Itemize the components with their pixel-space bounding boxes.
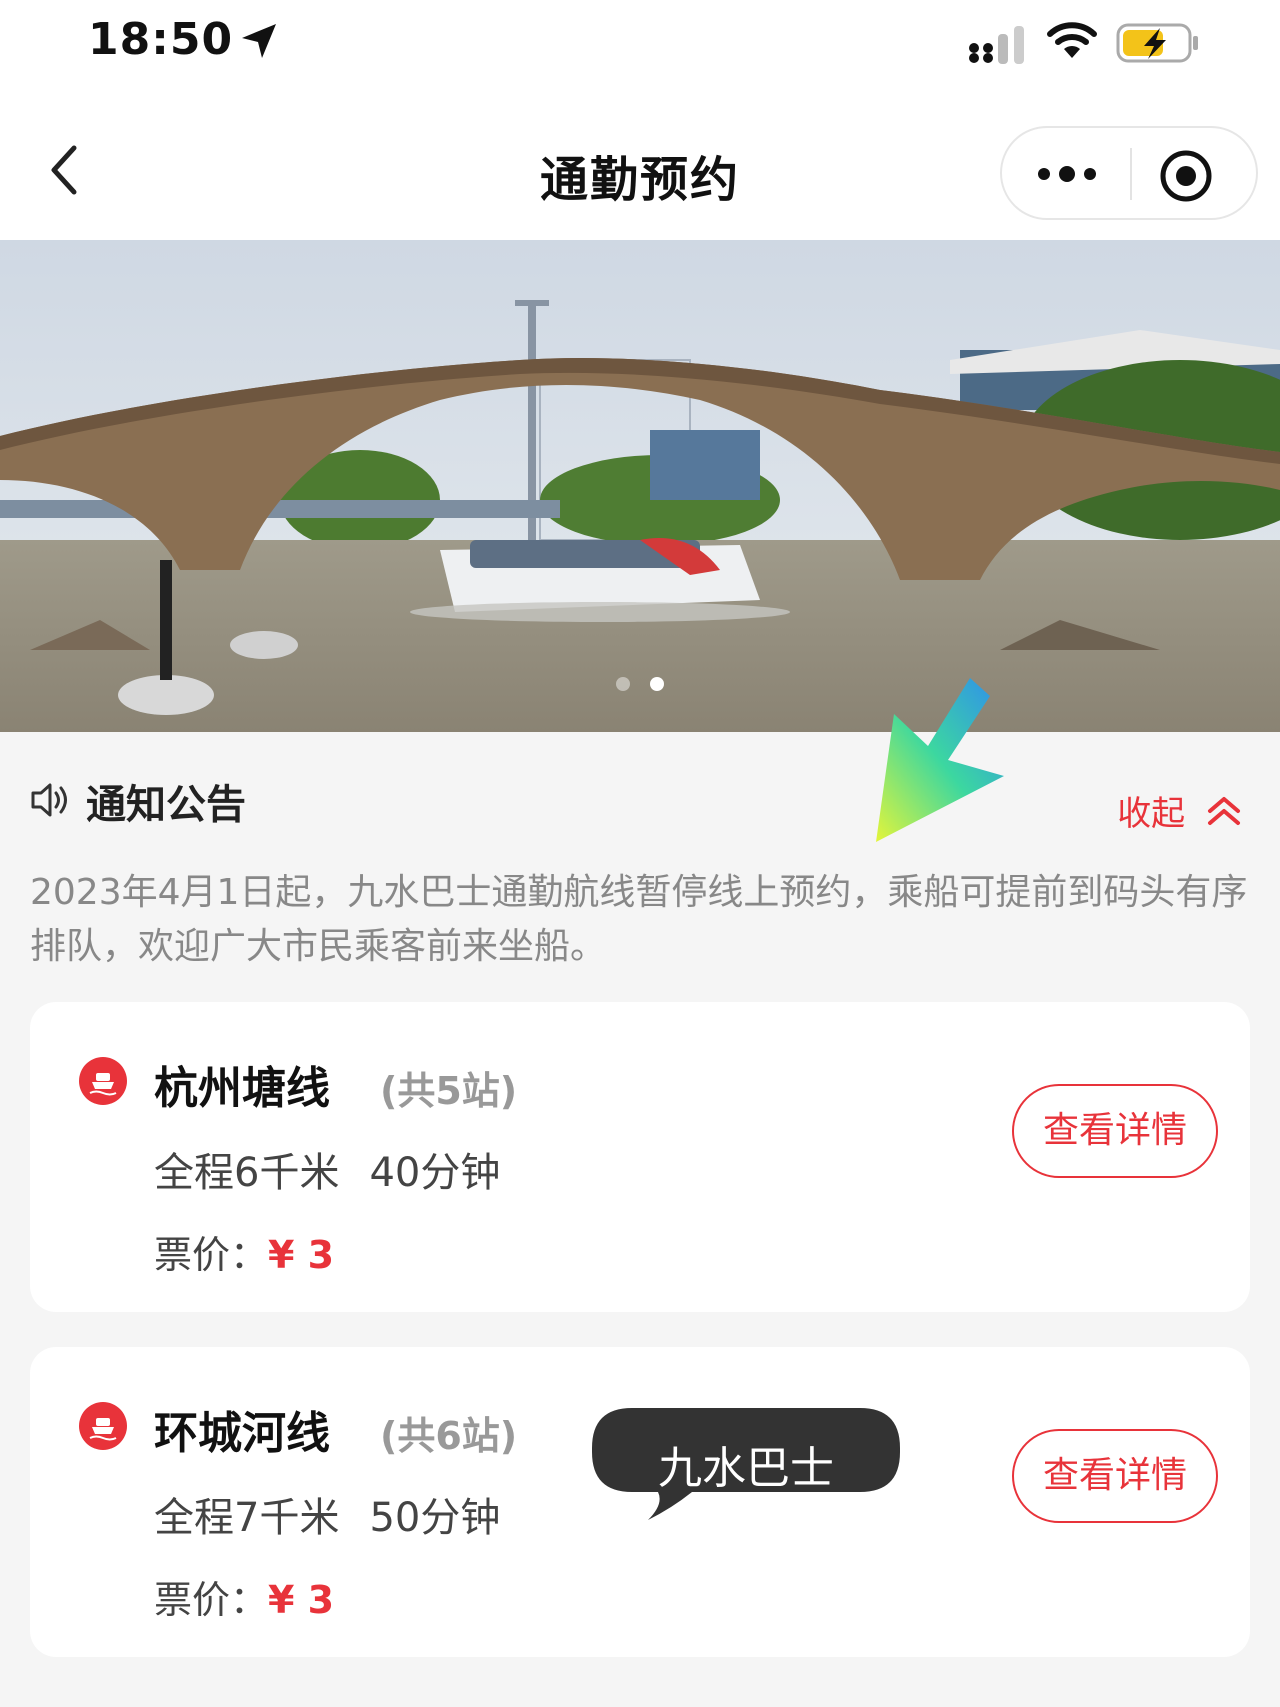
carousel-indicator	[0, 676, 1280, 695]
route-duration: 50分钟	[369, 1495, 501, 1541]
notice-content: 2023年4月1日起，九水巴士通勤航线暂停线上预约，乘船可提前到码头有序排队，欢…	[30, 872, 1248, 967]
cellular-signal-icon	[969, 26, 1024, 64]
status-time: 18:50	[88, 14, 234, 65]
view-details-button[interactable]: 查看详情	[1012, 1084, 1218, 1178]
status-bar: 18:50	[0, 0, 1280, 90]
collapse-label: 收起	[1117, 794, 1186, 834]
route-duration: 40分钟	[369, 1150, 501, 1196]
banner-carousel[interactable]	[0, 240, 1280, 732]
collapse-button[interactable]: 收起	[1117, 786, 1242, 834]
more-dots-icon[interactable]	[1032, 150, 1102, 198]
notice-header: 通知公告 收起	[30, 772, 1250, 834]
route-info: 全程7千米 50分钟	[154, 1485, 530, 1543]
route-info: 全程6千米 40分钟	[154, 1140, 530, 1198]
route-name: 杭州塘线	[154, 1063, 330, 1114]
capsule-divider	[1130, 148, 1132, 200]
route-card[interactable]: 杭州塘线 (共5站) 全程6千米 40分钟 票价：¥ 3 查看详情	[30, 1002, 1250, 1312]
carousel-dot[interactable]	[616, 677, 630, 691]
location-arrow-icon	[242, 24, 276, 58]
ferry-icon	[79, 1057, 127, 1105]
route-price: 票价：¥ 3	[154, 1569, 334, 1624]
view-details-button[interactable]: 查看详情	[1012, 1429, 1218, 1523]
carousel-dot-active[interactable]	[650, 677, 664, 691]
battery-charging-icon	[1116, 23, 1198, 63]
route-price: 票价：¥ 3	[154, 1224, 334, 1279]
price-value: ¥ 3	[268, 1233, 335, 1277]
close-target-icon[interactable]	[1158, 148, 1214, 204]
double-chevron-up-icon	[1208, 796, 1240, 825]
navigation-bar: 通勤预约	[0, 90, 1280, 240]
price-label: 票价：	[154, 1578, 269, 1622]
speech-bubble-text: 九水巴士	[658, 1443, 834, 1494]
route-distance: 全程6千米	[154, 1150, 340, 1196]
notice-title: 通知公告	[86, 782, 246, 828]
banner-image	[0, 240, 1280, 732]
wifi-icon	[1047, 22, 1097, 58]
route-station-count: (共5站)	[380, 1069, 518, 1113]
route-station-count: (共6站)	[380, 1414, 518, 1458]
price-value: ¥ 3	[268, 1578, 335, 1622]
route-name: 环城河线	[154, 1408, 330, 1459]
mini-program-capsule	[1000, 126, 1258, 220]
ferry-icon	[79, 1402, 127, 1450]
price-label: 票价：	[154, 1233, 269, 1277]
route-distance: 全程7千米	[154, 1495, 340, 1541]
speaker-icon	[31, 783, 67, 817]
